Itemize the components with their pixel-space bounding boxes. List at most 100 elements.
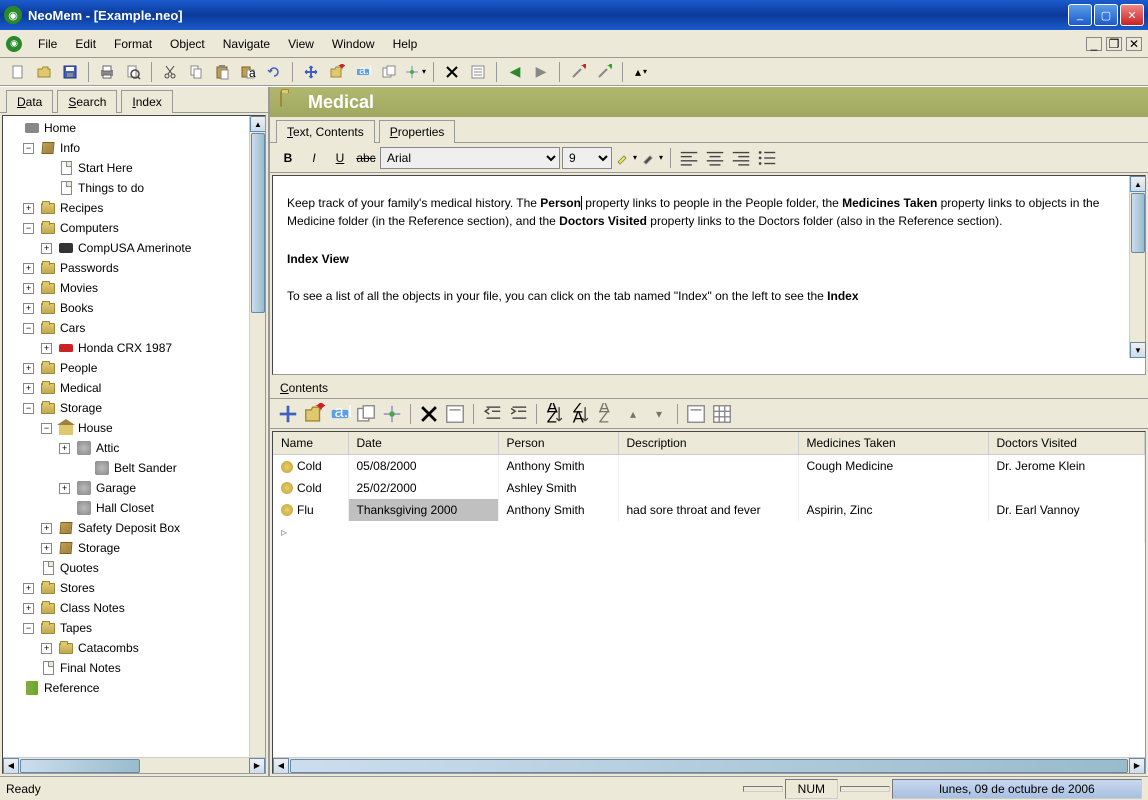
- expand-icon[interactable]: +: [41, 643, 52, 654]
- cell-description[interactable]: had sore throat and fever: [618, 499, 798, 521]
- sort-asc-button[interactable]: AZ: [543, 403, 567, 425]
- wand1-button[interactable]: ✦: [566, 61, 590, 83]
- tree-medical[interactable]: +Medical: [5, 378, 247, 398]
- expand-icon[interactable]: +: [23, 263, 34, 274]
- scroll-up-button[interactable]: ▲: [1130, 176, 1146, 192]
- wand2-button[interactable]: ✦: [592, 61, 616, 83]
- nav-forward-button[interactable]: ▶: [529, 61, 553, 83]
- horizontal-scrollbar[interactable]: ◀ ▶: [3, 757, 265, 773]
- tree-cars[interactable]: −Cars: [5, 318, 247, 338]
- tree-catacombs[interactable]: +Catacombs: [5, 638, 247, 658]
- collapse-icon[interactable]: −: [23, 323, 34, 334]
- underline-button[interactable]: U: [328, 147, 352, 169]
- scroll-down-button[interactable]: ▼: [1130, 342, 1146, 358]
- font-size-select[interactable]: 9: [562, 147, 612, 169]
- align-left-button[interactable]: [677, 147, 701, 169]
- minimize-button[interactable]: _: [1068, 4, 1092, 26]
- expand-icon[interactable]: +: [23, 283, 34, 294]
- undo-button[interactable]: [262, 61, 286, 83]
- tree-reference[interactable]: Reference: [5, 678, 247, 698]
- tree-attic[interactable]: +Attic: [5, 438, 247, 458]
- cell-medicines[interactable]: Cough Medicine: [798, 455, 988, 477]
- strikethrough-button[interactable]: abc: [354, 147, 378, 169]
- menu-format[interactable]: Format: [106, 33, 160, 55]
- scroll-thumb[interactable]: [251, 133, 265, 313]
- col-date[interactable]: Date: [348, 432, 498, 455]
- tree-tapes[interactable]: −Tapes: [5, 618, 247, 638]
- col-medicines[interactable]: Medicines Taken: [798, 432, 988, 455]
- move-button[interactable]: [276, 403, 300, 425]
- new-folder-button[interactable]: ✦: [302, 403, 326, 425]
- tab-properties[interactable]: Properties: [379, 120, 456, 143]
- mdi-close-button[interactable]: ✕: [1126, 37, 1142, 51]
- maximize-button[interactable]: ▢: [1094, 4, 1118, 26]
- cell-date[interactable]: 25/02/2000: [348, 477, 498, 499]
- expand-icon[interactable]: +: [41, 543, 52, 554]
- tree-honda[interactable]: +Honda CRX 1987: [5, 338, 247, 358]
- close-button[interactable]: ✕: [1120, 4, 1144, 26]
- tree-compusa[interactable]: +CompUSA Amerinote: [5, 238, 247, 258]
- font-select[interactable]: Arial: [380, 147, 560, 169]
- tree-passwords[interactable]: +Passwords: [5, 258, 247, 278]
- tree-stores[interactable]: +Stores: [5, 578, 247, 598]
- expand-icon[interactable]: +: [41, 523, 52, 534]
- autosort-button[interactable]: AZ: [595, 403, 619, 425]
- expand-icon[interactable]: +: [23, 203, 34, 214]
- tree-garage[interactable]: +Garage: [5, 478, 247, 498]
- cell-name[interactable]: Cold: [273, 455, 348, 477]
- collapse-icon[interactable]: −: [23, 403, 34, 414]
- collapse-icon[interactable]: −: [23, 623, 34, 634]
- menu-navigate[interactable]: Navigate: [215, 33, 278, 55]
- col-description[interactable]: Description: [618, 432, 798, 455]
- table-row[interactable]: FluThanksgiving 2000Anthony Smithhad sor…: [273, 499, 1145, 521]
- paste-button[interactable]: [210, 61, 234, 83]
- moveup-button[interactable]: ▴: [621, 403, 645, 425]
- new-row-marker[interactable]: ▹: [273, 521, 1145, 543]
- scroll-thumb[interactable]: [290, 759, 1128, 773]
- tree-classnotes[interactable]: +Class Notes: [5, 598, 247, 618]
- mdi-minimize-button[interactable]: _: [1086, 37, 1102, 51]
- nav-back-button[interactable]: ◀: [503, 61, 527, 83]
- tree-beltsander[interactable]: Belt Sander: [5, 458, 247, 478]
- tree-movies[interactable]: +Movies: [5, 278, 247, 298]
- view-grid-button[interactable]: [710, 403, 734, 425]
- copy-button[interactable]: [184, 61, 208, 83]
- expand-icon[interactable]: +: [59, 443, 70, 454]
- print-button[interactable]: [95, 61, 119, 83]
- delete-button[interactable]: [440, 61, 464, 83]
- tree-thingstodo[interactable]: Things to do: [5, 178, 247, 198]
- col-name[interactable]: Name: [273, 432, 348, 455]
- expand-icon[interactable]: +: [23, 363, 34, 374]
- cell-name[interactable]: Flu: [273, 499, 348, 521]
- open-button[interactable]: [32, 61, 56, 83]
- table-row[interactable]: Cold05/08/2000Anthony SmithCough Medicin…: [273, 455, 1145, 477]
- cut-button[interactable]: [158, 61, 182, 83]
- tree-quotes[interactable]: Quotes: [5, 558, 247, 578]
- tree-recipes[interactable]: +Recipes: [5, 198, 247, 218]
- text-editor[interactable]: Keep track of your family's medical hist…: [273, 176, 1129, 374]
- expand-icon[interactable]: +: [59, 483, 70, 494]
- tree-people[interactable]: +People: [5, 358, 247, 378]
- cell-medicines[interactable]: [798, 477, 988, 499]
- cell-person[interactable]: Anthony Smith: [498, 455, 618, 477]
- cell-doctors[interactable]: Dr. Jerome Klein: [988, 455, 1145, 477]
- expand-icon[interactable]: +: [23, 383, 34, 394]
- tab-index[interactable]: Index: [121, 90, 172, 113]
- delete-button[interactable]: [417, 403, 441, 425]
- col-doctors[interactable]: Doctors Visited: [988, 432, 1145, 455]
- menu-view[interactable]: View: [280, 33, 322, 55]
- properties-button[interactable]: [443, 403, 467, 425]
- expand-icon[interactable]: +: [41, 343, 52, 354]
- cell-person[interactable]: Anthony Smith: [498, 499, 618, 521]
- cell-person[interactable]: Ashley Smith: [498, 477, 618, 499]
- tree-finalnotes[interactable]: Final Notes: [5, 658, 247, 678]
- link-button[interactable]: [380, 403, 404, 425]
- expand-icon[interactable]: +: [23, 603, 34, 614]
- collapse-button[interactable]: ▴▾: [629, 61, 653, 83]
- menu-file[interactable]: File: [30, 33, 65, 55]
- collapse-icon[interactable]: −: [41, 423, 52, 434]
- italic-button[interactable]: I: [302, 147, 326, 169]
- properties-button[interactable]: [466, 61, 490, 83]
- bullets-button[interactable]: [755, 147, 779, 169]
- paste-special-button[interactable]: ab: [236, 61, 260, 83]
